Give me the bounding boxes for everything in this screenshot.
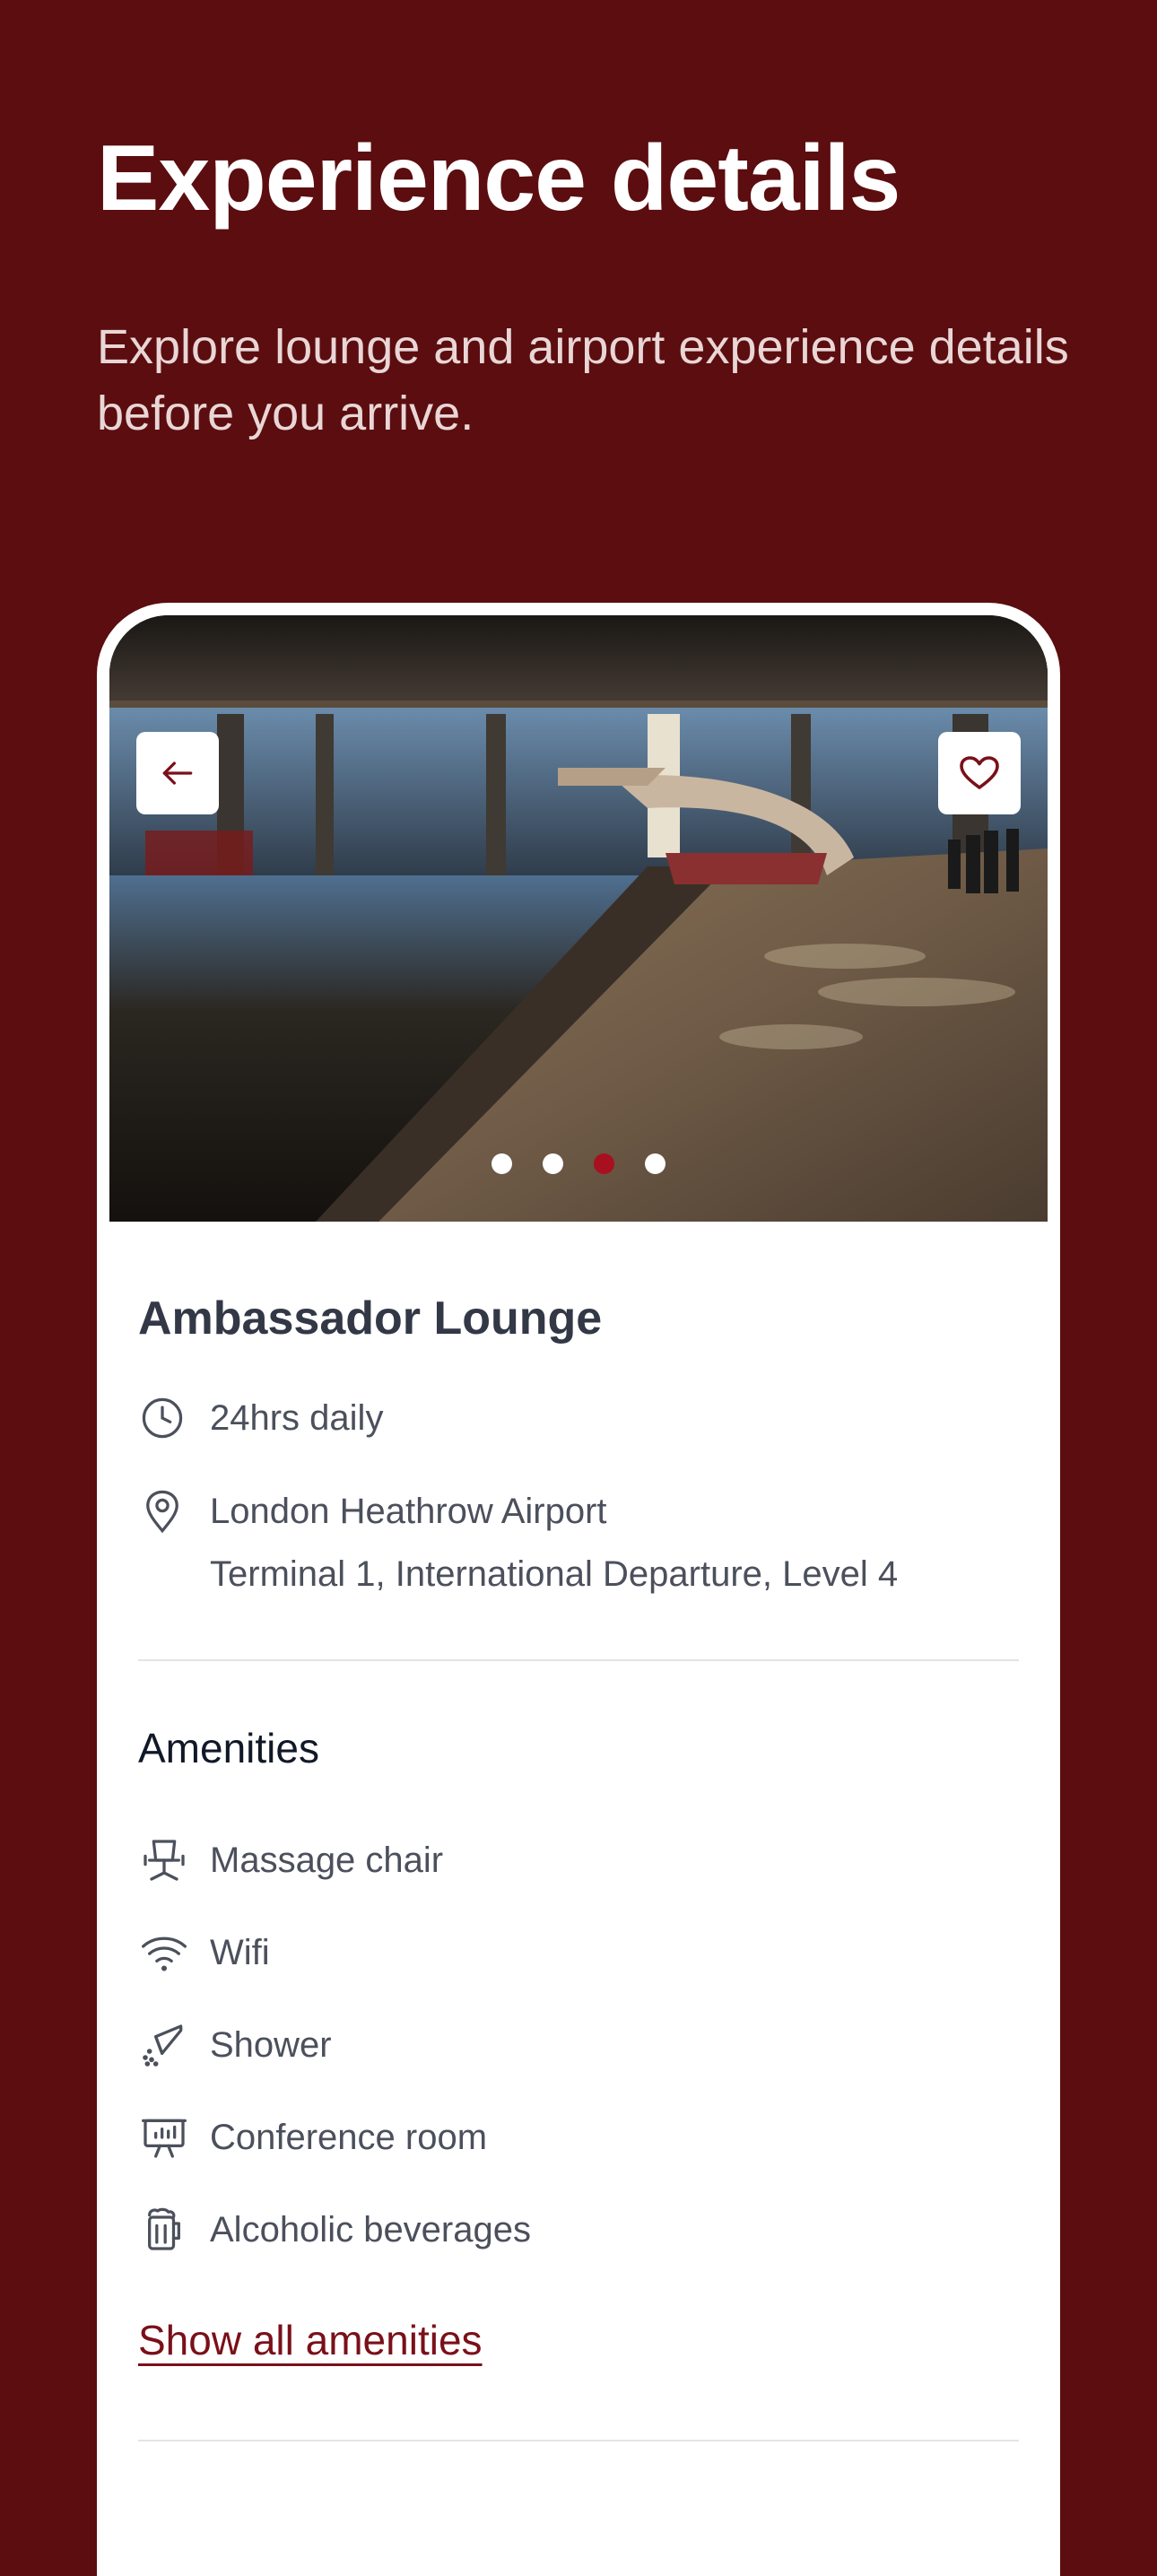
location-pin-icon <box>138 1487 187 1536</box>
massage-chair-icon <box>138 1834 190 1886</box>
carousel-dot[interactable] <box>543 1153 563 1174</box>
lounge-photo-carousel[interactable] <box>109 615 1048 1222</box>
lounge-photo <box>109 615 1048 1222</box>
arrow-left-icon <box>162 761 193 785</box>
amenity-label: Conference room <box>210 2117 488 2157</box>
amenity-massage-chair: Massage chair <box>138 1833 443 1887</box>
amenity-shower: Shower <box>138 2018 332 2072</box>
show-all-amenities-link[interactable]: Show all amenities <box>138 2316 483 2364</box>
amenities-title: Amenities <box>138 1725 319 1771</box>
opening-hours: 24hrs daily <box>210 1398 384 1438</box>
wifi-icon <box>138 1927 190 1979</box>
carousel-pagination <box>109 1153 1048 1174</box>
hours-row: 24hrs daily <box>138 1394 383 1442</box>
clock-icon <box>138 1394 187 1442</box>
location-row: London Heathrow Airport Terminal 1, Inte… <box>138 1487 898 1598</box>
page-title: Experience details <box>97 126 900 231</box>
shower-icon <box>138 2019 190 2071</box>
page-subtitle: Explore lounge and airport experience de… <box>97 320 1069 440</box>
amenity-alcoholic-beverages: Alcoholic beverages <box>138 2203 531 2257</box>
location-text: London Heathrow Airport Terminal 1, Inte… <box>210 1487 898 1598</box>
back-button[interactable] <box>136 732 219 814</box>
terminal-details: Terminal 1, International Departure, Lev… <box>210 1554 899 1594</box>
amenity-conference-room: Conference room <box>138 2110 487 2164</box>
carousel-dot-active[interactable] <box>594 1153 614 1174</box>
lounge-name: Ambassador Lounge <box>138 1292 603 1345</box>
favorite-button[interactable] <box>938 732 1021 814</box>
beer-icon <box>138 2204 190 2256</box>
divider <box>138 1659 1019 1661</box>
amenity-label: Alcoholic beverages <box>210 2209 531 2250</box>
heart-icon <box>960 756 999 789</box>
divider <box>138 2440 1019 2441</box>
amenity-label: Massage chair <box>210 1840 444 1880</box>
carousel-dot[interactable] <box>645 1153 665 1174</box>
amenity-wifi: Wifi <box>138 1926 270 1980</box>
airport-name: London Heathrow Airport <box>210 1492 607 1531</box>
carousel-dot[interactable] <box>492 1153 512 1174</box>
conference-room-icon <box>138 2111 190 2163</box>
amenity-label: Shower <box>210 2024 332 2065</box>
lounge-card: Ambassador Lounge 24hrs daily London Hea… <box>97 603 1060 2576</box>
amenity-label: Wifi <box>210 1932 270 1972</box>
